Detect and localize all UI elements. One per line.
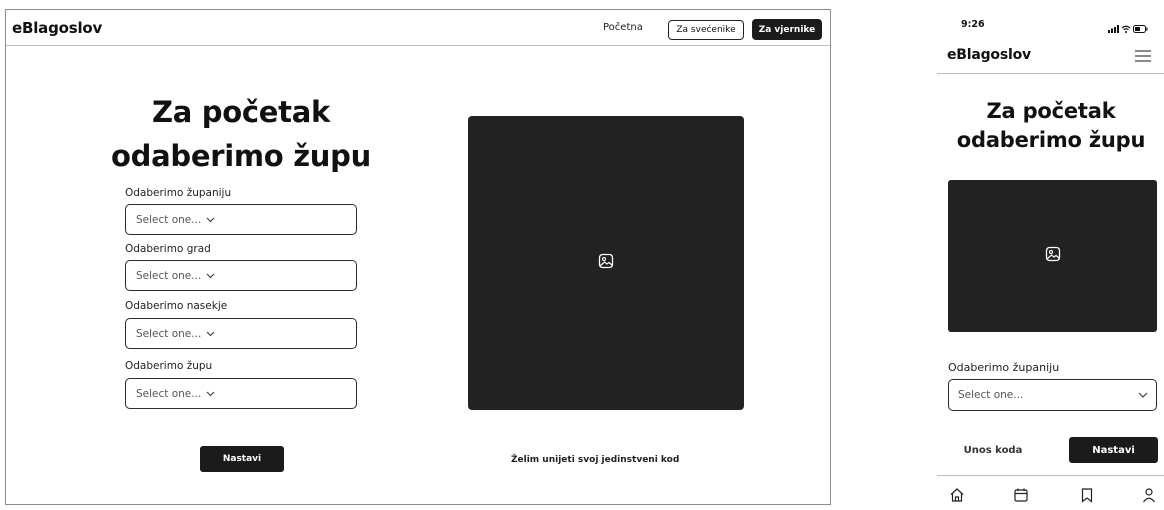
logo[interactable]: eBlagoslov <box>947 47 1031 63</box>
signal-icon <box>1108 18 1119 37</box>
status-time: 9:26 <box>961 19 985 30</box>
county-label: Odaberimo županiju <box>125 187 232 199</box>
user-icon[interactable] <box>1139 485 1159 505</box>
page-title-line-2: odaberimo župu <box>111 139 371 173</box>
county-select[interactable]: Select one... <box>948 379 1157 411</box>
enter-code-button[interactable]: Unos koda <box>948 437 1038 463</box>
top-navbar: eBlagoslov Početna Za svećenike Za vjern… <box>6 10 830 46</box>
calendar-icon[interactable] <box>1011 485 1031 505</box>
chevron-down-icon <box>206 391 215 397</box>
nav-link-home[interactable]: Početna <box>603 22 643 33</box>
logo[interactable]: eBlagoslov <box>12 19 102 37</box>
hamburger-menu-icon[interactable] <box>1132 47 1154 65</box>
city-select-value: Select one... <box>136 269 202 282</box>
settlement-label: Odaberimo nasekje <box>125 300 228 312</box>
mobile-frame: 9:26 eBlagoslov Za početak odaberimo žup… <box>937 9 1164 505</box>
city-label: Odaberimo grad <box>125 243 211 255</box>
page-title: Za početak odaberimo župu <box>106 90 376 178</box>
settlement-select[interactable]: Select one... <box>125 318 357 349</box>
chevron-down-icon <box>206 331 215 337</box>
settlement-select-value: Select one... <box>136 327 202 340</box>
county-label: Odaberimo županiju <box>948 361 1060 374</box>
chevron-down-icon <box>206 217 215 223</box>
parish-select[interactable]: Select one... <box>125 378 357 409</box>
home-icon[interactable] <box>947 485 967 505</box>
continue-button[interactable]: Nastavi <box>1069 437 1158 463</box>
for-believers-button[interactable]: Za vjernike <box>752 19 822 40</box>
desktop-frame: eBlagoslov Početna Za svećenike Za vjern… <box>5 9 831 505</box>
bottom-tab-bar <box>937 475 1164 505</box>
continue-button[interactable]: Nastavi <box>200 446 284 472</box>
chevron-down-icon <box>206 273 215 279</box>
bookmark-icon[interactable] <box>1077 485 1097 505</box>
page-title: Za početak odaberimo župu <box>942 97 1160 155</box>
parish-label: Odaberimo župu <box>125 360 213 372</box>
page-title-line-1: Za početak <box>986 99 1116 123</box>
page-title-line-2: odaberimo župu <box>956 128 1146 152</box>
image-icon <box>598 253 614 273</box>
city-select[interactable]: Select one... <box>125 260 357 291</box>
parish-select-value: Select one... <box>136 387 202 400</box>
mobile-header: eBlagoslov <box>937 37 1164 74</box>
chevron-down-icon <box>1138 389 1148 401</box>
image-placeholder <box>468 116 744 410</box>
battery-icon <box>1133 18 1148 37</box>
county-select[interactable]: Select one... <box>125 204 357 235</box>
wifi-icon <box>1121 18 1131 37</box>
page-title-line-1: Za početak <box>152 95 330 129</box>
county-select-value: Select one... <box>958 389 1024 401</box>
image-placeholder <box>948 180 1157 332</box>
image-icon <box>1045 246 1061 266</box>
for-priests-button[interactable]: Za svećenike <box>668 20 744 40</box>
enter-code-link[interactable]: Želim unijeti svoj jedinstveni kod <box>511 455 679 465</box>
status-icons <box>1108 18 1148 37</box>
status-bar: 9:26 <box>937 9 1164 37</box>
county-select-value: Select one... <box>136 213 202 226</box>
